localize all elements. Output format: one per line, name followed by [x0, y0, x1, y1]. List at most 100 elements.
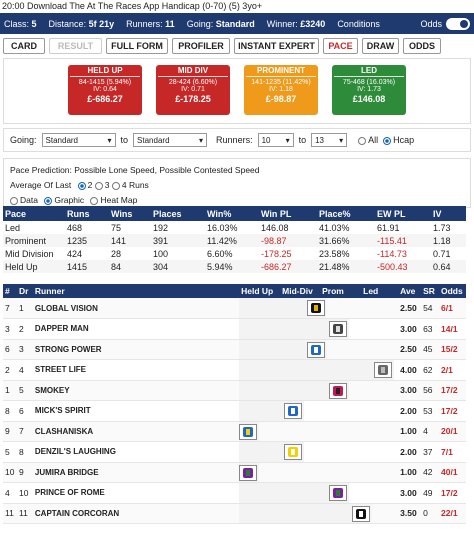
runner-sr: 45	[421, 339, 439, 360]
runner-draw: 6	[16, 400, 33, 422]
runner-odds[interactable]: 14/1	[439, 318, 466, 340]
runner-odds[interactable]: 6/1	[439, 298, 466, 319]
radio-icon	[10, 196, 18, 205]
stats-header: Runs	[65, 206, 109, 221]
pace-box-iv: IV: 1.18	[269, 86, 293, 93]
jockey-silk-icon	[306, 341, 325, 358]
runners-header: Held Up	[241, 286, 274, 296]
runner-row[interactable]: 6 3 STRONG POWER 2.50 45 15/2	[3, 339, 466, 360]
runner-name[interactable]: STREET LIFE	[32, 359, 240, 381]
runner-row[interactable]: 1 5 SMOKEY 3.00 56 17/2	[3, 380, 466, 401]
runner-number: 5	[3, 441, 17, 463]
runner-odds[interactable]: 17/2	[439, 380, 466, 401]
runner-name[interactable]: SMOKEY	[32, 380, 240, 401]
runner-row[interactable]: 9 7 CLASHANISKA 1.00 4 20/1	[3, 421, 466, 442]
radio-icon	[358, 136, 367, 145]
stats-cell: 31.66%	[319, 235, 350, 246]
hcap-radio[interactable]: Hcap	[383, 135, 414, 145]
tab-odds[interactable]: ODDS	[403, 38, 441, 54]
pace-position-track	[239, 298, 399, 319]
radio-selected-icon	[77, 181, 86, 190]
tab-draw[interactable]: DRAW	[362, 38, 399, 54]
runner-odds[interactable]: 20/1	[439, 421, 466, 442]
runner-draw: 4	[16, 359, 33, 381]
all-radio[interactable]: All	[358, 135, 378, 145]
pace-box-title: PROMINENT	[246, 65, 316, 77]
runners-from-select[interactable]: 10 ▾	[257, 133, 294, 147]
view-data[interactable]: Data	[10, 195, 38, 205]
pace-box-pl: £-98.87	[265, 94, 297, 104]
avg-option-2[interactable]: 2	[77, 180, 92, 190]
tab-instant-expert[interactable]: INSTANT EXPERT	[234, 38, 319, 54]
going-to-select[interactable]: Standard ▾	[133, 133, 208, 147]
runner-odds[interactable]: 17/2	[439, 482, 466, 504]
runner-row[interactable]: 11 11 CAPTAIN CORCORAN 3.50 0 22/1	[3, 503, 466, 524]
runner-name[interactable]: MICK'S SPIRIT	[32, 400, 240, 422]
stats-cell: 146.08	[261, 222, 289, 233]
runner-row[interactable]: 4 10 PRINCE OF ROME 3.00 49 17/2	[3, 482, 466, 504]
runner-draw: 1	[16, 298, 33, 319]
runner-odds[interactable]: 22/1	[439, 503, 466, 524]
runner-odds[interactable]: 40/1	[439, 462, 466, 483]
runner-draw: 3	[16, 339, 33, 360]
going-filter-label: Going:	[10, 135, 37, 145]
tab-full-form[interactable]: FULL FORM	[106, 38, 168, 54]
tab-result[interactable]: RESULT	[49, 38, 102, 54]
runner-odds[interactable]: 7/1	[439, 441, 466, 463]
runners-from-value: 10	[261, 135, 271, 145]
avg-option-3[interactable]: 3	[94, 180, 110, 190]
runner-sr: 37	[421, 441, 439, 463]
runner-name[interactable]: STRONG POWER	[32, 339, 240, 360]
runner-sr: 4	[421, 421, 439, 442]
runner-row[interactable]: 3 2 DAPPER MAN 3.00 63 14/1	[3, 318, 466, 340]
runners-header: SR	[421, 284, 439, 298]
runner-name[interactable]: CLASHANISKA	[32, 421, 240, 442]
runners-header-row: # Dr Runner Held Up Mid-Div Prom Led Ave…	[3, 284, 466, 298]
odds-toggle[interactable]	[446, 17, 470, 30]
stats-cell: 100	[153, 248, 169, 259]
radio-selected-icon	[44, 196, 53, 205]
stats-cell: 21.48%	[319, 261, 350, 272]
going-from-select[interactable]: Standard ▾	[41, 133, 116, 147]
view-heat-map[interactable]: Heat Map	[90, 195, 137, 205]
runner-row[interactable]: 7 1 GLOBAL VISION 2.50 54 6/1	[3, 298, 466, 319]
view-mode-row: Data Graphic Heat Map	[10, 194, 464, 206]
avg-option-4[interactable]: 4 Runs	[111, 180, 149, 190]
tab-card[interactable]: CARD	[3, 38, 45, 54]
pace-box-led: LED 75-468 (16.03%) IV: 1.73 £146.08	[332, 65, 406, 115]
runner-name[interactable]: JUMIRA BRIDGE	[32, 462, 240, 483]
runner-row[interactable]: 5 8 DENZIL'S LAUGHING 2.00 37 7/1	[3, 441, 466, 463]
runner-draw: 7	[16, 421, 33, 442]
chevron-down-icon: ▾	[285, 135, 290, 145]
runner-number: 3	[3, 318, 17, 340]
runner-odds[interactable]: 15/2	[439, 339, 466, 360]
runner-average: 3.00	[398, 318, 422, 340]
runner-odds[interactable]: 2/1	[439, 359, 466, 381]
runner-row[interactable]: 8 6 MICK'S SPIRIT 2.00 53 17/2	[3, 400, 466, 422]
tab-profiler[interactable]: PROFILER	[172, 38, 230, 54]
runner-row[interactable]: 2 4 STREET LIFE 4.00 62 2/1	[3, 359, 466, 381]
runner-average: 2.00	[398, 441, 422, 463]
stats-row: Led 468 75 192 16.03% 146.08 41.03% 61.91 1.73	[3, 221, 466, 234]
runner-name[interactable]: CAPTAIN CORCORAN	[32, 503, 240, 524]
runner-odds[interactable]: 17/2	[439, 400, 466, 422]
radio-icon	[111, 181, 120, 190]
runner-name[interactable]: GLOBAL VISION	[32, 298, 240, 319]
view-graphic[interactable]: Graphic	[44, 195, 84, 205]
pace-position-track	[239, 462, 399, 483]
conditions-link[interactable]: Conditions	[337, 19, 380, 29]
stats-cell: 16.03%	[207, 222, 238, 233]
stats-cell: -500.43	[377, 261, 408, 272]
runners-to-select[interactable]: 13 ▾	[311, 133, 348, 147]
runners-header: Dr	[16, 284, 33, 298]
runner-name[interactable]: PRINCE OF ROME	[32, 482, 240, 504]
runner-name[interactable]: DAPPER MAN	[32, 318, 240, 340]
runner-number: 2	[3, 359, 17, 381]
going-from-value: Standard	[45, 135, 78, 145]
runner-sr: 56	[421, 380, 439, 401]
runner-row[interactable]: 10 9 JUMIRA BRIDGE 1.00 42 40/1	[3, 462, 466, 483]
tab-pace[interactable]: PACE	[323, 38, 358, 54]
runner-name[interactable]: DENZIL'S LAUGHING	[32, 441, 240, 463]
average-of-last-row: Average Of Last 2 3 4 Runs	[10, 179, 464, 191]
pace-position-track	[239, 380, 399, 401]
